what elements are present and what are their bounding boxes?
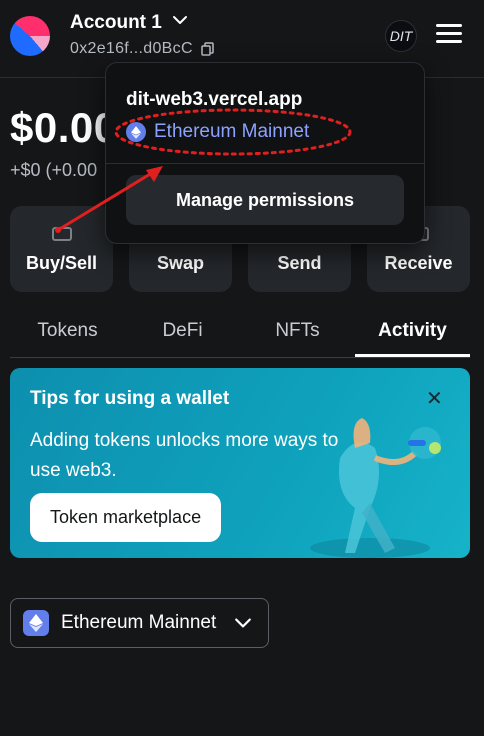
- ethereum-icon: [126, 122, 146, 142]
- tab-defi[interactable]: DeFi: [125, 310, 240, 357]
- tips-card: Tips for using a wallet Adding tokens un…: [10, 368, 470, 558]
- token-marketplace-button[interactable]: Token marketplace: [30, 493, 222, 542]
- connected-site-icon[interactable]: DIT: [385, 20, 417, 52]
- copy-icon[interactable]: [201, 42, 215, 56]
- network-selector[interactable]: Ethereum Mainnet: [10, 598, 269, 648]
- popover-network[interactable]: Ethereum Mainnet: [126, 121, 309, 143]
- address-text: 0x2e16f...d0BcC: [70, 40, 193, 57]
- menu-icon[interactable]: [436, 24, 462, 46]
- buy-sell-button[interactable]: Buy/Sell: [10, 206, 113, 292]
- chevron-down-icon: [235, 618, 252, 628]
- network-selector-label: Ethereum Mainnet: [61, 612, 217, 633]
- swap-label: Swap: [156, 253, 204, 273]
- buy-sell-icon: [51, 227, 72, 241]
- account-selector[interactable]: Account 1: [70, 12, 188, 34]
- tab-nfts[interactable]: NFTs: [240, 310, 355, 357]
- fox-illustration: [310, 418, 441, 558]
- send-label: Send: [277, 253, 322, 273]
- balance-amount: $0.00: [10, 104, 118, 151]
- balance-change: +$0 (+0.00: [10, 160, 98, 180]
- account-address[interactable]: 0x2e16f...d0BcC: [70, 40, 215, 58]
- connected-site-popover: dit-web3.vercel.app Ethereum Mainnet Man…: [105, 62, 425, 244]
- popover-site-name: dit-web3.vercel.app: [126, 89, 303, 110]
- account-avatar[interactable]: [10, 16, 50, 56]
- tips-title: Tips for using a wallet: [30, 388, 230, 409]
- ethereum-icon: [23, 610, 49, 636]
- chevron-down-icon: [172, 12, 188, 34]
- popover-divider: [106, 163, 424, 164]
- receive-label: Receive: [384, 253, 453, 273]
- tab-tokens[interactable]: Tokens: [10, 310, 125, 357]
- manage-permissions-button[interactable]: Manage permissions: [126, 175, 404, 225]
- buy-sell-label: Buy/Sell: [25, 253, 98, 273]
- tab-activity[interactable]: Activity: [355, 310, 470, 357]
- asset-tabs: Tokens DeFi NFTs Activity: [10, 310, 470, 358]
- popover-network-label: Ethereum Mainnet: [154, 121, 310, 142]
- account-name: Account 1: [70, 12, 162, 33]
